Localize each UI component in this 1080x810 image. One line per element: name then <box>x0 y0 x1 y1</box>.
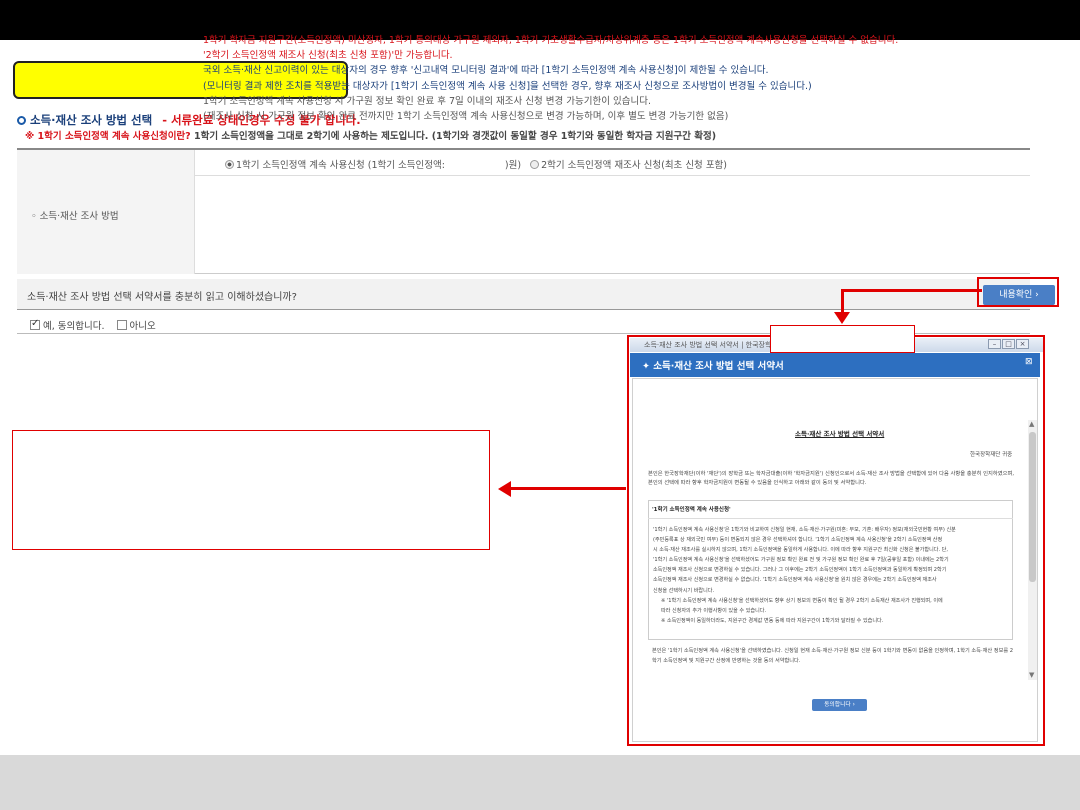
notice-question: ※ 1학기 소득인정액 계속 사용신청이란? <box>25 131 191 142</box>
arrow-connector <box>510 487 626 490</box>
radio-selected-icon[interactable] <box>225 160 234 169</box>
scroll-down-icon[interactable]: ▼ <box>1029 671 1034 679</box>
doc-title: 소득·재산 조사 방법 선택 서약서 <box>795 430 885 438</box>
highlight-outline <box>977 277 1059 307</box>
checkbox-empty-icon[interactable] <box>116 320 127 330</box>
checkbox-checked-icon[interactable] <box>30 318 40 330</box>
radio-option-continue[interactable]: 1학기 소득인정액 계속 사용신청 (1학기 소득인정액: <box>225 160 445 171</box>
doc-line: 소득인정액 재조사 신청으로 변경하실 수 없습니다. '1학기 소득인정액 계… <box>653 577 937 584</box>
consent-checkboxes: 예, 동의합니다. 아니오 <box>30 318 156 332</box>
doc-section-body: '1학기 소득인정액 계속 사용신청'은 1학기와 비교하여 신청일 현재, 소… <box>653 525 1011 626</box>
bottom-gray-band <box>0 755 1080 810</box>
doc-org: 한국장학재단 귀중 <box>970 452 1013 458</box>
doc-line: '1학기 소득인정액 계속 사용신청'은 1학기와 비교하여 신청일 현재, 소… <box>653 527 956 533</box>
radio-row: 1학기 소득인정액 계속 사용신청 (1학기 소득인정액: )원) 2학기 소득인… <box>195 150 1030 176</box>
divider <box>648 518 1013 519</box>
doc-footer: 본인은 '1학기 소득인정액 계속 사용신청'을 선택하였습니다. 신청일 현재… <box>652 648 1014 664</box>
doc-intro: 본인은 한국장학재단(이하 '재단')의 장학금 또는 학자금대출(이하 '학자… <box>648 471 1015 486</box>
scroll-up-icon[interactable]: ▲ <box>1029 420 1034 428</box>
arrow-down-icon <box>834 312 850 324</box>
agree-button[interactable]: 동의합니다 › <box>812 699 867 711</box>
doc-line: 시 소득·재산 재조사를 실시하지 않으며, 1학기 소득인정액을 동일하게 사… <box>653 547 948 554</box>
desc-line: (재조사 신청 시 가구원 정보 확인 완료 전까지만 1학기 소득인정액 계속… <box>203 111 729 123</box>
desc-line: (모니터링 결과 제한 조치를 적용받는 대상자가 [1학기 소득인정액 계속 … <box>203 80 812 92</box>
minimize-icon[interactable]: – <box>988 339 1001 349</box>
desc-line: 1학기 학자금 지원구간(소득인정액) 미산정자, 1학기 통의대상 가구원 제… <box>203 35 899 46</box>
maximize-icon[interactable]: □ <box>1002 339 1015 349</box>
scrollbar-thumb[interactable] <box>1029 432 1036 582</box>
doc-line: 신청을 선택하시기 바랍니다. <box>653 587 715 594</box>
close-icon[interactable]: × <box>1016 339 1029 349</box>
doc-line: 소득인정액 재조사 신청으로 변경하실 수 있습니다. 그러나 그 이후에는 2… <box>653 567 947 574</box>
survey-method-table: ◦ 소득·재산 조사 방법 1학기 소득인정액 계속 사용신청 (1학기 소득인… <box>17 148 1030 274</box>
doc-line: (주민등록표 상 재외국민 여부) 등이 변동되지 않은 경우 선택하셔야 합니… <box>653 537 943 544</box>
arrow-connector <box>841 289 982 292</box>
agree-no-option[interactable]: 아니오 <box>116 320 156 332</box>
popup-header: ✦ 소득·재산 조사 방법 선택 서약서 <box>630 353 1040 377</box>
popup-close-icon[interactable]: ⊠ <box>1025 357 1033 367</box>
doc-line: '1학기 소득인정액 계속 사용신청'을 선택하셨어도 가구원 정보 확인 완료… <box>653 557 949 564</box>
circle-bullet-icon <box>17 116 26 125</box>
arrow-left-icon <box>498 481 511 497</box>
label-cell: ◦ 소득·재산 조사 방법 <box>17 150 195 274</box>
radio-unselected-icon[interactable] <box>530 160 540 169</box>
radio-option-resurvey[interactable]: 2학기 소득인정액 재조사 신청(최초 신청 포함) <box>530 160 727 171</box>
desc-line: 국외 소득·재산 신고이력이 있는 대상자의 경우 향후 '신고내역 모니터링 … <box>203 65 769 77</box>
section-title: 소득·재산 조사 방법 선택 <box>30 113 153 127</box>
doc-section-heading: '1학기 소득인정액 계속 사용신청' <box>652 507 731 513</box>
description-block: 1학기 학자금 지원구간(소득인정액) 미산정자, 1학기 통의대상 가구원 제… <box>203 33 898 124</box>
agree-yes-option[interactable]: 예, 동의합니다. <box>30 318 105 332</box>
option1-suffix: )원) <box>504 160 522 171</box>
consent-bar: 소득·재산 조사 방법 선택 서약서를 충분히 읽고 이해하셨습니까? <box>17 279 1030 310</box>
doc-note: 따라 신청자의 추가 이행사항이 있을 수 있습니다. <box>661 607 767 614</box>
notice-line: ※ 1학기 소득인정액 계속 사용신청이란? 1학기 소득인정액을 그대로 2학… <box>25 128 716 142</box>
doc-note: ※ 소득인정액이 동일하더라도, 지원구간 경계값 변동 등에 따라 지원구간이… <box>661 617 884 624</box>
window-controls: – □ × <box>987 339 1029 349</box>
consent-question: 소득·재산 조사 방법 선택 서약서를 충분히 읽고 이해하셨습니까? <box>27 292 297 303</box>
empty-annotation-box <box>12 430 490 550</box>
doc-note: ※ '1학기 소득인정액 계속 사용신청'을 선택하셨어도 향후 상기 정보의 … <box>661 597 943 604</box>
row-label: ◦ 소득·재산 조사 방법 <box>31 211 119 222</box>
blank-label-box <box>770 325 915 353</box>
desc-line: '2학기 소득인정액 재조사 신청(최초 신청 포함)'만 가능합니다. <box>203 50 453 62</box>
notice-answer: 1학기 소득인정액을 그대로 2학기에 사용하는 제도입니다. (1학기와 경갯… <box>194 131 717 142</box>
desc-line: 1학기 소득인정액 계속 사용신청 시 가구원 정보 확인 완료 후 7일 이내… <box>203 95 651 107</box>
